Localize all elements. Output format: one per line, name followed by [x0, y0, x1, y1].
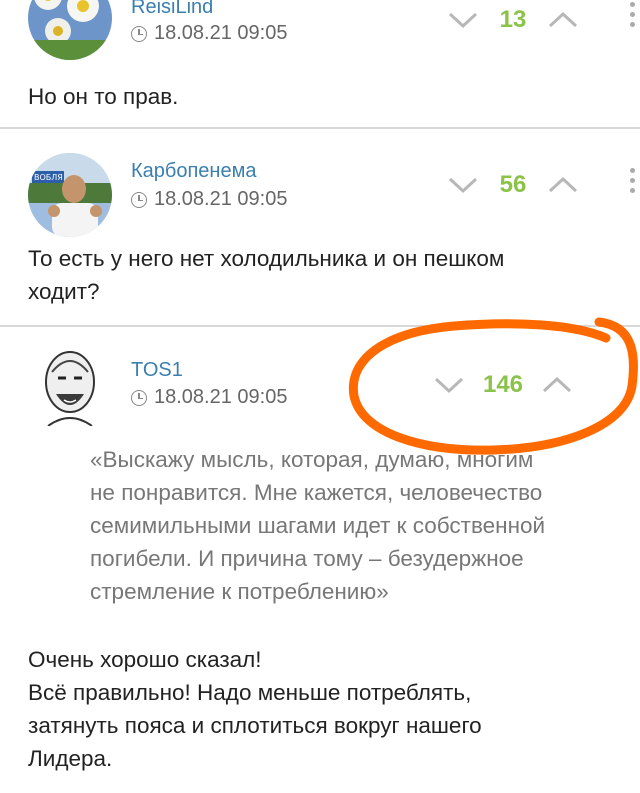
- svg-text:ВОБЛЯ: ВОБЛЯ: [34, 173, 63, 182]
- comment-text-line: Всё правильно! Надо меньше потреблять,: [28, 680, 472, 705]
- vote-score: 56: [499, 171, 527, 198]
- comment-1: ReisiLind 18.08.21 09:05 13 Но он то пра…: [0, 0, 640, 128]
- comment-2: ВОБЛЯ Карбопенема 18.08.21 09:05 56 То е…: [0, 128, 640, 326]
- clock-icon: [131, 25, 147, 42]
- quote-line: стремление к потреблению»: [90, 579, 389, 604]
- timestamp: 18.08.21 09:05: [131, 188, 287, 211]
- vote-control: 13: [445, 6, 581, 34]
- timestamp: 18.08.21 09:05: [131, 386, 287, 409]
- quote-line: семимильными шагами идет к собственной: [90, 513, 546, 538]
- comment-text: Но он то прав.: [28, 84, 179, 109]
- clock-icon: [131, 191, 147, 208]
- quote-line: «Выскажу мысль, которая, думаю, многим: [90, 447, 534, 472]
- timestamp-text: 18.08.21 09:05: [154, 386, 288, 408]
- comment-text: То есть у него нет холодильника и он пеш…: [28, 242, 628, 308]
- avatar[interactable]: [28, 342, 112, 426]
- clock-icon: [131, 389, 147, 406]
- chevron-up-icon[interactable]: [539, 374, 575, 396]
- comment-text-line: То есть у него нет холодильника и он пеш…: [28, 246, 505, 271]
- vote-score: 146: [482, 371, 524, 398]
- comment-text-line: Очень хорошо сказал!: [28, 647, 262, 672]
- comment-text-line: ходит?: [28, 279, 100, 304]
- quote-line: погибели. И причина тому – безудержное: [90, 546, 524, 571]
- chevron-down-icon[interactable]: [445, 174, 481, 196]
- vote-control: 56: [445, 171, 581, 199]
- comment-text-line: затянуть пояса и сплотиться вокруг нашег…: [28, 713, 482, 738]
- comment-text-line: Лидера.: [28, 746, 113, 771]
- avatar[interactable]: [28, 0, 112, 60]
- timestamp-text: 18.08.21 09:05: [154, 22, 288, 44]
- comment-text: Очень хорошо сказал! Всё правильно! Надо…: [28, 643, 628, 775]
- more-vertical-icon[interactable]: [630, 168, 638, 193]
- vote-control: 146: [431, 371, 575, 399]
- chevron-down-icon[interactable]: [431, 374, 467, 396]
- chevron-up-icon[interactable]: [545, 9, 581, 31]
- quote-line: не понравится. Мне кажется, человечество: [90, 480, 543, 505]
- username[interactable]: TOS1: [131, 359, 183, 382]
- comment-3: TOS1 18.08.21 09:05 146 «Выскажу мысль, …: [0, 327, 640, 793]
- timestamp: 18.08.21 09:05: [131, 22, 287, 45]
- more-vertical-icon[interactable]: [630, 2, 638, 27]
- timestamp-text: 18.08.21 09:05: [154, 188, 288, 210]
- chevron-down-icon[interactable]: [445, 9, 481, 31]
- username[interactable]: Карбопенема: [131, 160, 256, 183]
- more-vertical-icon[interactable]: [630, 367, 638, 392]
- avatar[interactable]: ВОБЛЯ: [28, 153, 112, 237]
- username[interactable]: ReisiLind: [131, 0, 213, 19]
- vote-score: 13: [499, 6, 527, 33]
- chevron-up-icon[interactable]: [545, 174, 581, 196]
- quote-block: «Выскажу мысль, которая, думаю, многим н…: [90, 443, 630, 608]
